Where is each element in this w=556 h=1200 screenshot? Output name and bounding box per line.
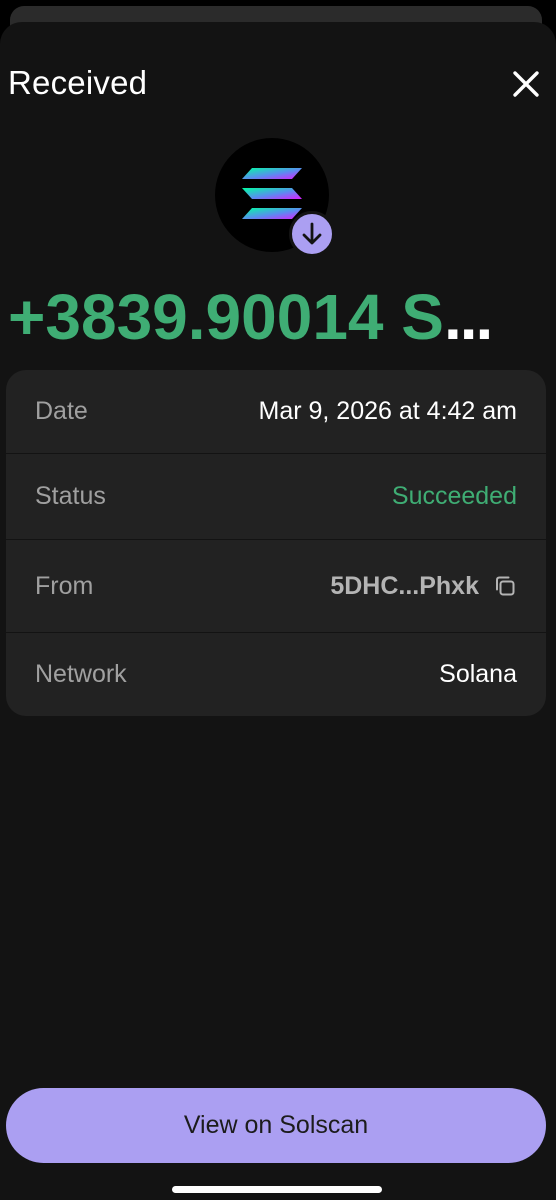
date-label: Date	[35, 397, 88, 425]
from-label: From	[35, 571, 94, 600]
close-icon	[513, 71, 539, 97]
received-badge	[289, 211, 335, 257]
arrow-down-icon	[302, 222, 322, 245]
detail-row-status: Status Succeeded	[6, 454, 546, 540]
copy-icon[interactable]	[493, 574, 517, 598]
detail-row-date: Date Mar 9, 2026 at 4:42 am	[6, 370, 546, 454]
network-value: Solana	[439, 660, 517, 688]
details-card: Date Mar 9, 2026 at 4:42 am Status Succe…	[6, 370, 546, 716]
detail-row-from[interactable]: From 5DHC...Phxk	[6, 540, 546, 633]
page-title: Received	[8, 64, 148, 101]
amount-display: +3839.90014 S...	[8, 280, 548, 354]
screen: Received +3839.90014 S... Date Mar 9, 20…	[0, 0, 556, 1200]
solana-logo-icon	[242, 168, 302, 219]
network-label: Network	[35, 660, 127, 688]
amount-truncation: ...	[443, 281, 493, 353]
detail-row-network: Network Solana	[6, 633, 546, 716]
from-address-group[interactable]: 5DHC...Phxk	[330, 572, 517, 601]
home-indicator[interactable]	[172, 1186, 382, 1193]
close-button[interactable]	[506, 64, 546, 104]
view-on-solscan-button[interactable]: View on Solscan	[6, 1088, 546, 1163]
status-value: Succeeded	[391, 482, 517, 510]
amount-value: +3839.90014 S	[8, 281, 444, 353]
from-address: 5DHC...Phxk	[330, 571, 479, 600]
status-label: Status	[35, 482, 106, 510]
date-value: Mar 9, 2026 at 4:42 am	[258, 397, 517, 425]
